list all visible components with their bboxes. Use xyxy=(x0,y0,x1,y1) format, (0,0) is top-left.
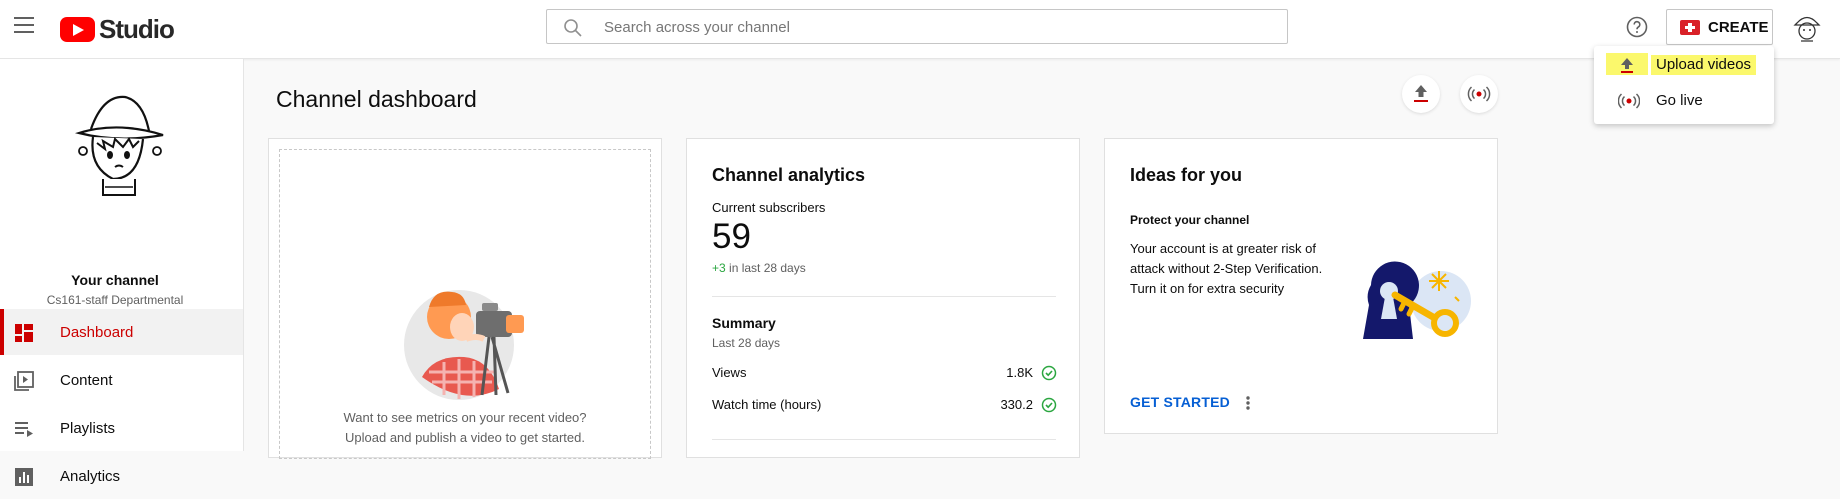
playlists-icon xyxy=(15,422,33,437)
sidebar-item-label: Playlists xyxy=(60,420,116,437)
page-title: Channel dashboard xyxy=(276,86,477,112)
sidebar-item-label: Dashboard xyxy=(60,324,134,341)
search-icon xyxy=(564,19,582,37)
menu-item-label: Go live xyxy=(1656,92,1703,109)
sidebar-item-dashboard[interactable]: Dashboard xyxy=(0,309,243,355)
camera-person-illustration xyxy=(404,277,544,407)
delta-suffix: in last 28 days xyxy=(725,261,806,275)
dashboard-icon xyxy=(15,324,33,342)
your-channel-label: Your channel xyxy=(71,272,159,288)
metric-value: 1.8K xyxy=(1006,365,1033,380)
upload-videos-button[interactable] xyxy=(1402,75,1440,113)
upload-icon xyxy=(1621,58,1633,73)
delta-value: +3 xyxy=(712,261,726,275)
metric-label: Watch time (hours) xyxy=(712,397,822,412)
avatar-drawing-icon xyxy=(1790,10,1824,44)
sidebar-item-playlists[interactable]: Playlists xyxy=(0,405,243,451)
menu-icon[interactable] xyxy=(14,17,34,33)
check-circle-icon xyxy=(1041,365,1057,381)
content-icon xyxy=(14,371,34,391)
channel-name: Cs161-staff Departmental xyxy=(46,293,184,307)
channel-analytics-card: Channel analytics Current subscribers 59… xyxy=(686,138,1080,458)
account-avatar[interactable] xyxy=(1790,10,1824,44)
summary-period: Last 28 days xyxy=(712,336,781,350)
security-key-illustration xyxy=(1355,257,1473,354)
keyhole-key-icon xyxy=(1363,261,1471,339)
current-subscribers-label: Current subscribers xyxy=(712,200,826,215)
summary-title: Summary xyxy=(712,315,776,331)
search-input[interactable] xyxy=(602,10,1276,45)
card-title: Ideas for you xyxy=(1130,165,1243,185)
sidebar-item-analytics[interactable]: Analytics xyxy=(0,453,243,499)
create-label: CREATE xyxy=(1708,18,1769,36)
divider xyxy=(712,439,1056,440)
logo-text: Studio xyxy=(99,14,175,44)
ideas-card: Ideas for you Protect your channel Your … xyxy=(1104,138,1498,434)
sidebar-item-label: Content xyxy=(60,372,113,389)
studio-logo[interactable]: Studio xyxy=(60,14,175,45)
upload-hint-line2: Upload and publish a video to get starte… xyxy=(345,430,585,445)
upload-hint-line1: Want to see metrics on your recent video… xyxy=(343,410,587,425)
camera-operator-icon xyxy=(404,290,524,400)
create-video-icon xyxy=(1680,19,1700,35)
create-menu: Upload videos Go live xyxy=(1594,46,1774,124)
metric-value: 330.2 xyxy=(1000,397,1033,412)
upload-icon xyxy=(1414,85,1428,102)
channel-avatar[interactable] xyxy=(63,87,173,197)
divider xyxy=(712,296,1056,297)
get-started-link[interactable]: GET STARTED xyxy=(1130,394,1230,410)
idea-heading: Protect your channel xyxy=(1130,213,1250,227)
subscriber-count: 59 xyxy=(712,217,751,256)
channel-avatar-drawing-icon xyxy=(63,87,173,197)
live-icon xyxy=(1467,86,1491,102)
idea-text: Your account is at greater risk of attac… xyxy=(1130,241,1323,296)
upload-hint: Want to see metrics on your recent video… xyxy=(268,408,662,448)
top-bar: Studio CREATE xyxy=(0,0,1840,59)
more-options-icon[interactable] xyxy=(1245,395,1251,411)
check-circle-icon xyxy=(1041,397,1057,413)
help-icon[interactable] xyxy=(1625,15,1649,39)
metric-label: Views xyxy=(712,365,747,380)
sidebar-item-label: Analytics xyxy=(60,468,121,485)
sidebar: Your channel Cs161-staff Departmental Da… xyxy=(0,59,244,486)
youtube-play-icon xyxy=(60,17,95,42)
card-title: Channel analytics xyxy=(712,165,866,185)
live-icon xyxy=(1618,93,1640,109)
subscriber-delta: +3 in last 28 days xyxy=(712,261,806,275)
create-button[interactable]: CREATE xyxy=(1666,9,1773,45)
analytics-icon xyxy=(15,468,33,486)
menu-item-label: Upload videos xyxy=(1651,55,1757,75)
sidebar-item-content[interactable]: Content xyxy=(0,357,243,403)
go-live-button[interactable] xyxy=(1460,75,1498,113)
menu-item-go-live[interactable]: Go live xyxy=(1594,86,1774,116)
menu-item-upload-videos[interactable]: Upload videos xyxy=(1594,50,1774,80)
search-box[interactable] xyxy=(546,9,1288,45)
